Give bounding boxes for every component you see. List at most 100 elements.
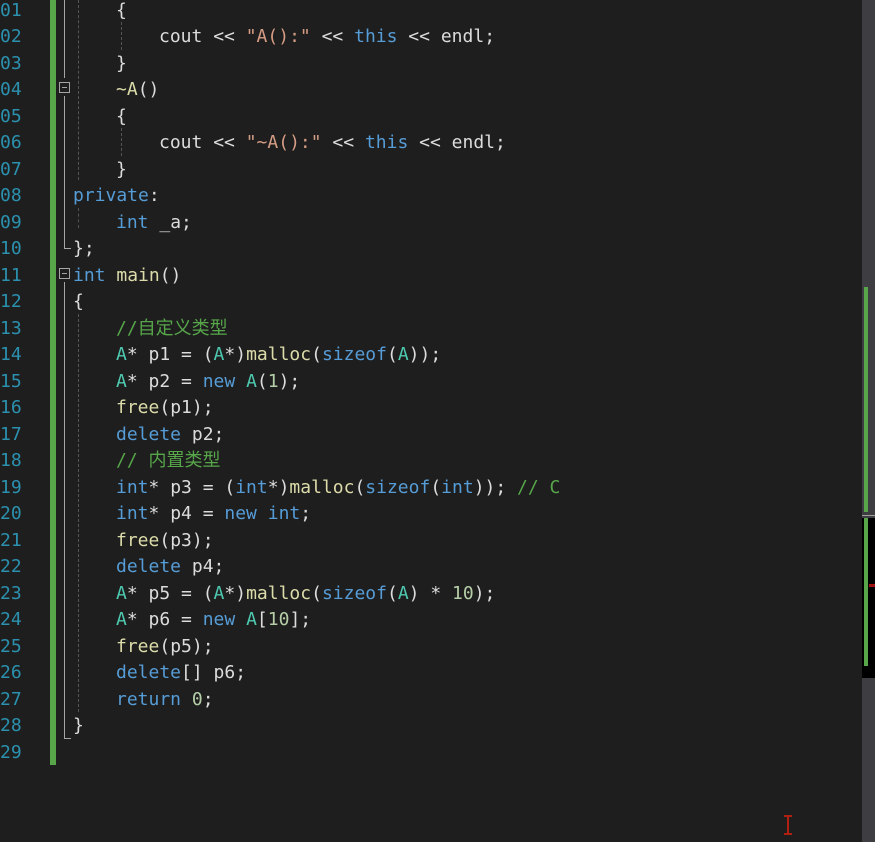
code-line[interactable]: } bbox=[73, 713, 84, 740]
line-number: 20 bbox=[0, 503, 22, 524]
code-token: int bbox=[116, 211, 149, 233]
code-line[interactable]: { bbox=[73, 289, 84, 316]
code-token: [ bbox=[256, 609, 268, 630]
code-line[interactable]: delete p4; bbox=[116, 554, 224, 581]
code-token: A bbox=[213, 344, 225, 365]
code-line[interactable]: delete[] p6; bbox=[116, 660, 246, 687]
code-token: new bbox=[202, 370, 236, 392]
code-line[interactable]: //自定义类型 bbox=[116, 316, 228, 343]
fold-outline-end bbox=[64, 738, 71, 739]
code-token: free bbox=[116, 529, 160, 551]
code-line[interactable]: { bbox=[116, 104, 127, 131]
code-token: main bbox=[116, 264, 160, 286]
code-line[interactable]: int* p4 = new int; bbox=[116, 501, 311, 528]
fold-outline bbox=[64, 282, 65, 738]
code-token: delete bbox=[116, 662, 182, 683]
code-token: () bbox=[137, 79, 160, 100]
code-token: return bbox=[116, 688, 182, 710]
code-editor[interactable]: 01 02 03 04 05 06 07 08 09 10 11 12 13 14 15 16 17 18 19 20… bbox=[0, 0, 862, 842]
code-token: p2; bbox=[181, 423, 225, 445]
code-token: } bbox=[116, 158, 127, 180]
line-number: 16 bbox=[0, 397, 22, 418]
line-number: 18 bbox=[0, 450, 22, 471]
line-number: 08 bbox=[0, 185, 22, 206]
indent-guide bbox=[78, 0, 79, 180]
fold-outline-end bbox=[64, 248, 71, 249]
code-token: ( bbox=[311, 344, 322, 365]
code-token: malloc bbox=[289, 476, 355, 498]
code-token: ( bbox=[430, 476, 442, 498]
code-token: 10 bbox=[452, 582, 474, 604]
code-token: A bbox=[213, 582, 225, 604]
code-line[interactable]: free(p3); bbox=[116, 528, 214, 555]
line-number: 10 bbox=[0, 238, 22, 259]
scrollbar-error-marker bbox=[869, 584, 875, 587]
code-token: *) bbox=[224, 582, 247, 604]
code-token: ( bbox=[386, 344, 398, 365]
code-token: (p3); bbox=[159, 529, 214, 551]
code-token: ]; bbox=[289, 609, 312, 630]
collapse-toggle-icon[interactable] bbox=[59, 82, 70, 93]
code-line[interactable]: A* p1 = (A*)malloc(sizeof(A)); bbox=[116, 342, 441, 369]
mouse-ibeam-cursor-icon bbox=[783, 815, 793, 835]
code-line[interactable]: int main() bbox=[73, 263, 181, 290]
fold-outline bbox=[64, 0, 65, 78]
code-line[interactable]: }; bbox=[73, 236, 95, 263]
scrollbar-thumb[interactable] bbox=[862, 518, 875, 678]
code-line[interactable]: int* p3 = (int*)malloc(sizeof(int)); // … bbox=[116, 475, 560, 502]
line-number: 26 bbox=[0, 662, 22, 683]
line-number: 03 bbox=[0, 52, 22, 74]
code-line[interactable]: free(p1); bbox=[116, 395, 214, 422]
code-token: ( bbox=[256, 370, 268, 392]
code-token: // C bbox=[517, 476, 561, 498]
code-token: (p5); bbox=[159, 635, 214, 657]
code-line[interactable]: A* p6 = new A[10]; bbox=[116, 607, 311, 634]
code-line[interactable]: private: bbox=[73, 183, 160, 210]
code-line[interactable]: delete p2; bbox=[116, 422, 224, 449]
code-line[interactable]: A* p2 = new A(1); bbox=[116, 369, 300, 396]
line-number: 29 bbox=[0, 741, 22, 763]
code-token: endl bbox=[451, 132, 496, 153]
code-token: ) * bbox=[408, 582, 453, 604]
code-token: * p5 = ( bbox=[126, 582, 214, 604]
line-number: 05 bbox=[0, 105, 22, 127]
code-line[interactable]: cout << "A():" << this << endl; bbox=[159, 24, 495, 51]
code-line[interactable]: free(p5); bbox=[116, 634, 214, 661]
code-token: cout bbox=[159, 132, 203, 153]
code-token: () bbox=[159, 264, 182, 286]
code-token: 10 bbox=[267, 609, 290, 630]
vertical-scrollbar[interactable] bbox=[862, 0, 875, 842]
code-token: free bbox=[116, 635, 160, 657]
code-line[interactable]: return 0; bbox=[116, 687, 214, 714]
code-token: this bbox=[364, 132, 409, 153]
code-line[interactable]: cout << "~A():" << this << endl; bbox=[159, 130, 506, 157]
code-token: * p3 = ( bbox=[148, 476, 236, 498]
code-line[interactable]: A* p5 = (A*)malloc(sizeof(A) * 10); bbox=[116, 581, 495, 608]
code-token: [] p6; bbox=[181, 662, 247, 683]
code-token: ; bbox=[484, 26, 496, 47]
code-token: "A():" bbox=[245, 26, 311, 47]
code-line[interactable]: } bbox=[116, 157, 127, 184]
code-token: A bbox=[246, 370, 257, 392]
code-token: ( bbox=[386, 582, 398, 604]
indent-guide bbox=[78, 208, 79, 228]
code-token: A bbox=[116, 582, 127, 604]
code-token: delete bbox=[116, 556, 182, 577]
line-number: 17 bbox=[0, 423, 22, 445]
code-line[interactable]: { bbox=[116, 0, 127, 24]
code-token: } bbox=[116, 52, 127, 74]
collapse-toggle-icon[interactable] bbox=[59, 268, 70, 279]
code-token: int bbox=[267, 503, 301, 524]
line-number: 06 bbox=[0, 132, 22, 153]
code-token: * p2 = bbox=[126, 370, 203, 392]
code-line[interactable]: // 内置类型 bbox=[116, 448, 221, 475]
code-token: ; bbox=[300, 503, 312, 524]
code-line[interactable]: int _a; bbox=[116, 210, 192, 237]
code-token: sizeof bbox=[321, 582, 387, 604]
code-token: << bbox=[310, 26, 355, 47]
code-line[interactable]: } bbox=[116, 51, 127, 78]
code-token: << bbox=[397, 26, 441, 47]
line-number: 02 bbox=[0, 26, 22, 47]
code-line[interactable]: ~A() bbox=[116, 77, 159, 104]
